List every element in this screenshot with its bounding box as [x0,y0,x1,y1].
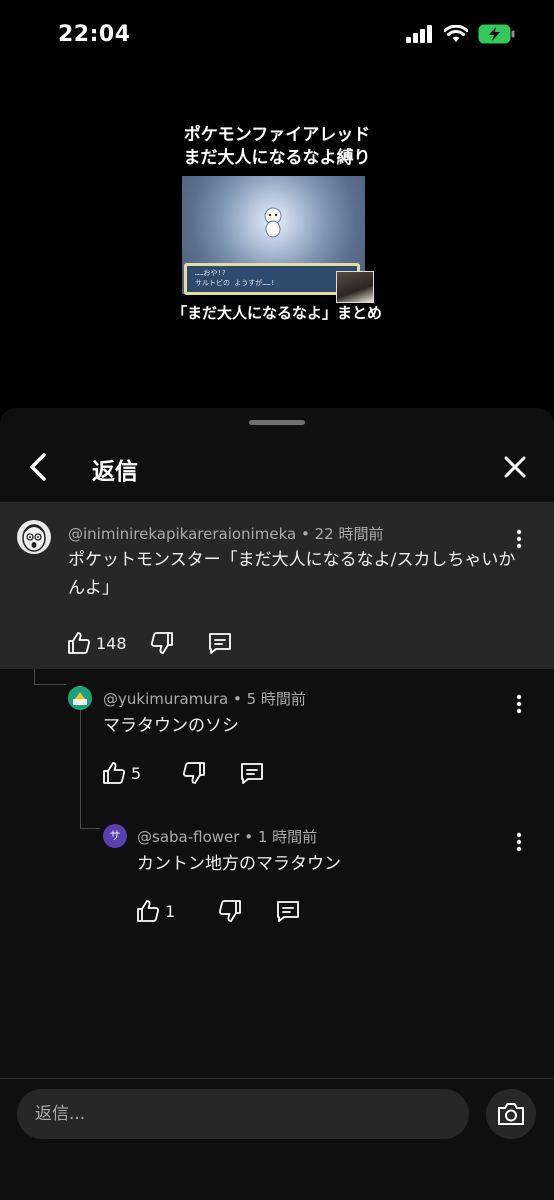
reply-input[interactable] [17,1089,469,1139]
status-bar: 22:04 [0,0,554,76]
like-icon[interactable] [66,630,92,656]
avatar-emblem-icon [68,686,92,710]
comment-text: マラタウンのソシ [103,716,239,736]
thumbnail-subtitle: 「まだ大人になるなよ」まとめ [171,304,382,322]
comment-author[interactable]: @iniminirekapikareraionimeka [68,525,296,543]
comment-text: ポケットモンスター「まだ大人になるなよ/スカしちゃいかんよ」 [68,550,516,598]
meta-separator: • [244,828,258,846]
reply-icon[interactable] [275,898,301,924]
comment-meta: @yukimuramura • 5 時間前 [103,688,306,709]
dislike-icon[interactable] [217,898,243,924]
thread-line [80,828,100,829]
meta-separator: • [232,690,247,708]
status-time: 22:04 [58,22,131,47]
parent-comment: @iniminirekapikareraionimeka • 22 時間前 ポケ… [0,503,554,669]
comment-time: 1 時間前 [257,828,318,846]
camera-button[interactable] [486,1089,536,1139]
like-icon[interactable] [135,898,161,924]
like-count: 148 [96,633,127,653]
game-dialog-box: ……おや!? サルトビの ようすが……! [184,263,360,295]
video-player[interactable]: ポケモンファイアレッド まだ大人になるなよ縛り ……おや!? サルトビの ようす… [0,76,554,408]
pokemon-sprite-icon [264,207,282,238]
drag-handle[interactable] [249,420,305,425]
reply-icon[interactable] [239,760,265,786]
comment-time: 22 時間前 [314,525,384,543]
camera-icon [498,1103,524,1125]
comment-meta: @iniminirekapikareraionimeka • 22 時間前 [68,523,383,544]
comment-actions: 1 [135,897,301,925]
more-options-icon[interactable] [509,692,529,716]
status-icons [406,24,516,44]
more-options-icon[interactable] [509,527,529,551]
comment-actions: 5 [101,759,265,787]
back-arrow-icon[interactable] [22,450,56,484]
dislike-icon[interactable] [181,760,207,786]
meta-separator: • [300,525,315,543]
like-count: 1 [165,901,176,921]
close-icon[interactable] [498,450,532,484]
comment-author[interactable]: @saba-flower [137,828,239,846]
avatar[interactable] [17,520,51,554]
avatar-face-icon [22,524,46,552]
sheet-title: 返信 [92,459,138,485]
reply-icon[interactable] [207,630,233,656]
thread-line [34,684,66,685]
like-icon[interactable] [101,760,127,786]
wifi-icon [444,25,468,42]
comment-meta: @saba-flower • 1 時間前 [137,826,317,847]
more-options-icon[interactable] [509,830,529,854]
replies-sheet: 返信 @iniminirekapikareraionimeka • 22 時間前 [0,408,554,1200]
avatar[interactable]: サ [103,824,127,848]
sheet-header: 返信 [0,436,554,502]
dialog-line1: ……おや!? [195,269,226,277]
battery-charging-icon [478,24,515,44]
comment-time: 5 時間前 [246,690,306,708]
comment-text: カントン地方のマラタウン [137,854,341,874]
dialog-line2: サルトビの ようすが……! [195,279,275,287]
thumbnail-title-line2: まだ大人になるなよ縛り [183,148,371,168]
like-count: 5 [131,763,142,783]
avatar[interactable] [68,686,92,710]
comment-author[interactable]: @yukimuramura [103,690,228,708]
thread-line [80,710,81,828]
streamer-camera-image [336,271,374,303]
comment-actions: 148 [66,629,233,657]
reply-composer [0,1078,554,1200]
cellular-signal-icon [406,25,432,43]
dislike-icon[interactable] [149,630,175,656]
thumbnail-title-line1: ポケモンファイアレッド [183,125,371,145]
